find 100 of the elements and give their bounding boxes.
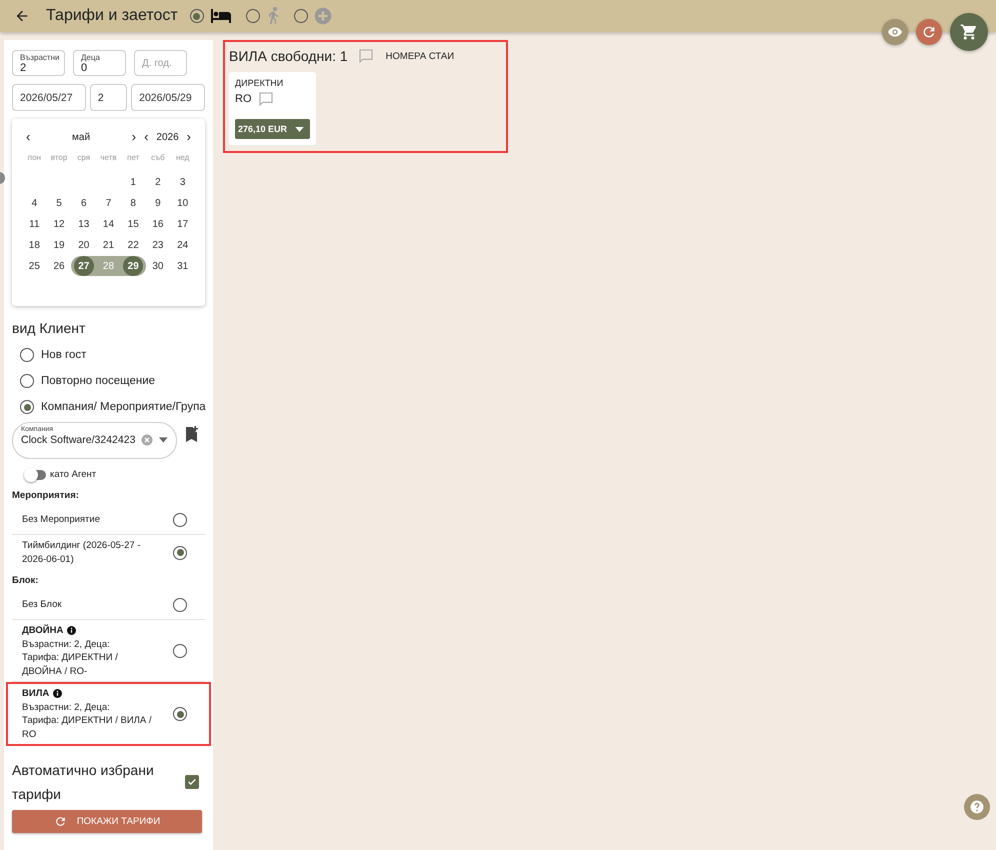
calendar-day[interactable]: 21 <box>98 235 118 255</box>
calendar-day[interactable]: 30 <box>148 256 168 276</box>
plus-icon <box>314 7 332 25</box>
calendar-day[interactable]: 13 <box>74 214 94 234</box>
calendar-day[interactable]: 3 <box>172 172 193 192</box>
calendar-day[interactable]: 18 <box>24 235 44 255</box>
radio-button[interactable] <box>173 546 187 560</box>
field-placeholder: Д. год. <box>142 58 173 68</box>
weekday-label: пет <box>126 152 140 164</box>
help-icon <box>970 800 984 814</box>
calendar-day[interactable]: 11 <box>24 214 44 234</box>
block-detail: Възрастни: 2, Деца: <box>22 700 111 714</box>
price-button[interactable]: 276,10 EUR <box>235 119 310 139</box>
calendar-day[interactable]: 25 <box>24 256 44 276</box>
calendar-day[interactable]: 5 <box>49 193 70 213</box>
calendar-day[interactable]: 8 <box>123 193 144 213</box>
radio-button[interactable] <box>294 9 308 23</box>
next-month-button[interactable]: › <box>128 131 140 143</box>
option-label[interactable]: Повторно посещение <box>41 375 156 387</box>
radio-button[interactable] <box>173 707 187 721</box>
room-numbers-button[interactable]: НОМЕРА СТАИ <box>384 50 456 62</box>
help-button[interactable] <box>964 794 990 820</box>
calendar-day[interactable]: 19 <box>49 235 70 255</box>
nights-field[interactable]: 2 <box>90 84 128 111</box>
cart-icon <box>960 23 978 41</box>
date-field[interactable]: 2026/05/29 <box>131 84 205 111</box>
calendar-day[interactable]: 15 <box>123 214 144 234</box>
field-value: 0 <box>81 62 88 74</box>
option-label: Тиймбилдинг (2026-05-27 - 2026-06-01) <box>22 539 142 566</box>
radio-button[interactable] <box>20 400 34 414</box>
block-name: ВИЛА <box>22 687 50 700</box>
caret-icon <box>295 126 304 132</box>
block-detail: Тарифа: ДИРЕКТНИ / ВИЛА / RO <box>22 714 153 741</box>
date-field[interactable]: 2026/05/27 <box>12 84 86 111</box>
calendar-day[interactable]: 6 <box>74 193 94 213</box>
field-value: 2 <box>20 62 26 74</box>
bed-icon <box>210 8 232 24</box>
checkbox[interactable] <box>185 775 199 789</box>
next-year-button[interactable]: › <box>182 131 195 143</box>
room-title: ВИЛА свободни: 1 <box>229 48 348 64</box>
radio-button[interactable] <box>190 9 204 23</box>
refresh-icon <box>54 815 67 828</box>
calendar-day[interactable]: 4 <box>24 193 44 213</box>
calendar-day[interactable]: 14 <box>98 214 118 234</box>
calendar-day[interactable]: 17 <box>172 214 193 234</box>
radio-button[interactable] <box>246 9 260 23</box>
weekday-label: пон <box>26 152 42 164</box>
option-label[interactable]: Компания/ Мероприятие/Група <box>41 401 206 413</box>
calendar-day[interactable]: 9 <box>148 193 168 213</box>
radio-button[interactable] <box>20 348 34 362</box>
prev-month-button[interactable]: ‹ <box>22 131 34 143</box>
section-title: вид Клиент <box>12 320 86 336</box>
check-icon <box>187 776 197 788</box>
refresh-button[interactable] <box>916 19 942 45</box>
block-detail: Възрастни: 2, Деца: <box>22 638 111 651</box>
radio-button[interactable] <box>20 374 34 388</box>
checkbox-label: Автоматично избрани тарифи <box>12 761 155 804</box>
weekday-label: съб <box>150 152 166 164</box>
radio-button[interactable] <box>173 598 187 612</box>
calendar-day[interactable]: 26 <box>49 256 70 276</box>
calendar-day[interactable]: 27 <box>74 256 94 276</box>
calendar-day[interactable]: 7 <box>98 193 118 213</box>
info-icon[interactable] <box>53 689 62 698</box>
rate-name: ДИРЕКТНИ <box>235 78 284 88</box>
section-title: Мероприятия: <box>12 490 80 501</box>
calendar-day[interactable]: 12 <box>49 214 70 234</box>
input-field[interactable]: Възрастни 2 <box>12 50 65 76</box>
year-label: 2026 <box>155 132 180 142</box>
cart-button[interactable] <box>950 13 988 51</box>
calendar-day[interactable]: 16 <box>148 214 168 234</box>
block-detail: Тарифа: ДИРЕКТНИ / ДВОЙНА / RO- <box>22 651 119 678</box>
calendar-day[interactable]: 1 <box>123 172 144 192</box>
calendar-day[interactable]: 24 <box>172 235 193 255</box>
meal-plan: RO <box>235 93 252 105</box>
radio-button[interactable] <box>173 513 187 527</box>
calendar-day[interactable]: 2 <box>148 172 168 192</box>
show-rates-button[interactable]: ПОКАЖИ ТАРИФИ <box>12 810 202 833</box>
view-button[interactable] <box>882 19 908 45</box>
calendar-day[interactable]: 22 <box>123 235 144 255</box>
caret-icon[interactable] <box>159 437 168 443</box>
calendar-day[interactable]: 29 <box>123 256 144 276</box>
radio-button[interactable] <box>173 644 187 658</box>
field-value: Clock Software/3242423 <box>21 434 136 446</box>
calendar-day[interactable]: 23 <box>148 235 168 255</box>
option-label: Без Блок <box>22 599 62 610</box>
calendar-day[interactable]: 10 <box>172 193 193 213</box>
month-label: май <box>71 132 92 142</box>
weekday-label: четв <box>99 152 118 164</box>
prev-year-button[interactable]: ‹ <box>140 131 152 143</box>
bookmark-add-icon[interactable] <box>185 426 199 442</box>
toggle-label: като Агент <box>50 469 96 480</box>
option-label[interactable]: Нов гост <box>41 349 86 361</box>
info-icon[interactable] <box>67 626 76 636</box>
calendar-day[interactable]: 20 <box>74 235 94 255</box>
weekday-label: нед <box>174 152 190 164</box>
toggle-switch[interactable] <box>26 470 46 480</box>
weekday-label: сря <box>76 152 92 164</box>
input-field[interactable]: Деца 0 <box>73 50 126 76</box>
calendar-day[interactable]: 31 <box>172 256 193 276</box>
page-title: Тарифи и заетост <box>46 7 178 25</box>
